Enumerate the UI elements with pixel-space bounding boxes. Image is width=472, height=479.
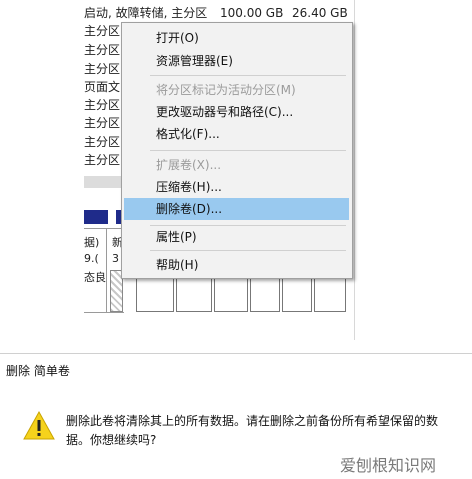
volume-row[interactable]: 主分区	[84, 21, 122, 41]
volume-row[interactable]: 页面文	[84, 77, 122, 97]
menu-separator	[150, 250, 346, 251]
menu-item-properties[interactable]: 属性(P)	[124, 226, 349, 248]
dialog-message: 删除此卷将清除其上的所有数据。请在删除之前备份所有希望保留的数据。你想继续吗?	[66, 414, 439, 447]
volume-row[interactable]: 主分区	[84, 150, 122, 170]
disk-label: 3	[112, 252, 119, 265]
disk-label: 态良	[84, 271, 106, 284]
volume-row[interactable]: 主分区	[84, 95, 122, 115]
volume-row[interactable]: 主分区	[84, 40, 122, 60]
volume-row[interactable]: 主分区	[84, 59, 122, 79]
divider	[84, 312, 124, 313]
menu-item-open[interactable]: 打开(O)	[124, 27, 349, 49]
volume-header-row[interactable]: 启动, 故障转储, 主分区 100.00 GB 26.40 GB	[84, 3, 354, 23]
menu-item-explorer[interactable]: 资源管理器(E)	[124, 50, 349, 72]
menu-item-help[interactable]: 帮助(H)	[124, 254, 349, 276]
warning-icon	[23, 410, 55, 440]
delete-volume-dialog: 删除 简单卷 删除此卷将清除其上的所有数据。请在删除之前备份所有希望保留的数据。…	[0, 353, 472, 479]
divider	[84, 228, 124, 229]
menu-separator	[150, 150, 346, 151]
watermark-text: 爱刨根知识网	[340, 456, 437, 475]
menu-item-delete-volume[interactable]: 删除卷(D)...	[124, 198, 349, 220]
disk-bar	[84, 210, 108, 224]
menu-item-shrink[interactable]: 压缩卷(H)...	[124, 176, 349, 198]
volume-capacity: 100.00 GB	[220, 6, 284, 20]
volume-row[interactable]: 主分区	[84, 132, 122, 152]
disk-label: 据)	[84, 236, 100, 249]
dialog-title: 删除 简单卷	[6, 364, 70, 378]
menu-item-change-drive-letter[interactable]: 更改驱动器号和路径(C)...	[124, 101, 349, 123]
menu-item-format[interactable]: 格式化(F)...	[124, 123, 349, 145]
context-menu: 打开(O) 资源管理器(E) 将分区标记为活动分区(M) 更改驱动器号和路径(C…	[121, 22, 353, 279]
volume-row[interactable]: 主分区	[84, 113, 122, 133]
menu-separator	[150, 75, 346, 76]
menu-item-extend: 扩展卷(X)...	[156, 158, 222, 172]
divider	[106, 228, 107, 312]
volume-free: 26.40 GB	[292, 6, 348, 20]
scrollbar-track[interactable]	[84, 176, 124, 188]
menu-item-mark-active: 将分区标记为活动分区(M)	[156, 83, 296, 97]
volume-status: 启动, 故障转储, 主分区	[84, 6, 208, 20]
disk-label: 9.(	[84, 252, 99, 265]
